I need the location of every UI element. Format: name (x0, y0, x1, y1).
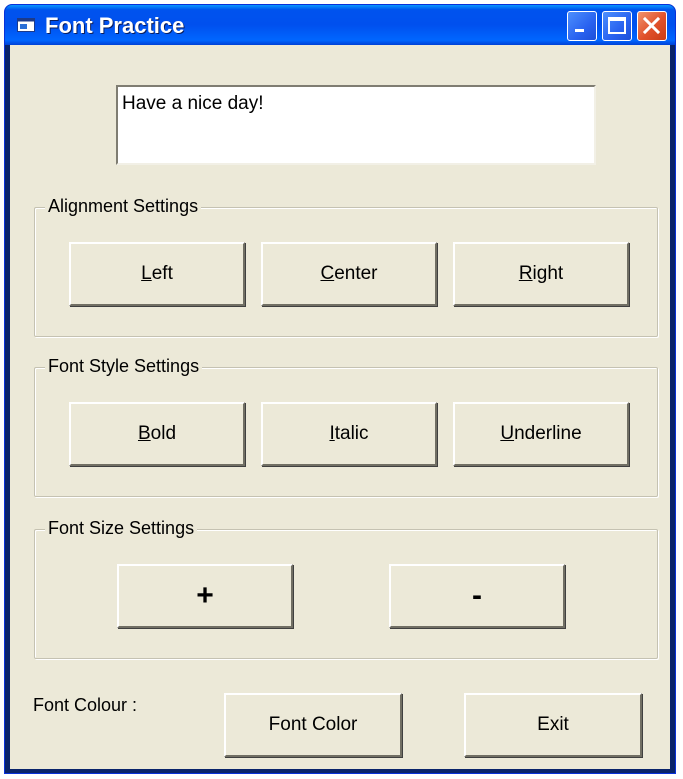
app-window: Font Practice Have a nice day! Alignment… (4, 4, 676, 774)
align-left-button[interactable]: Left (69, 242, 245, 306)
font-style-settings-group: Font Style Settings Bold Italic Underlin… (34, 356, 658, 497)
alignment-settings-group: Alignment Settings Left Center Right (34, 196, 658, 337)
window-title: Font Practice (45, 13, 185, 38)
increase-size-button[interactable]: + (117, 564, 293, 628)
close-icon (642, 16, 661, 35)
align-center-button[interactable]: Center (261, 242, 437, 306)
italic-button[interactable]: Italic (261, 402, 437, 466)
underline-button[interactable]: Underline (453, 402, 629, 466)
align-left-mnemonic: L (141, 263, 152, 284)
align-right-button[interactable]: Right (453, 242, 629, 306)
bold-button[interactable]: Bold (69, 402, 245, 466)
underline-mnemonic: U (500, 423, 515, 444)
align-center-label: enter (334, 263, 378, 284)
maximize-button[interactable] (602, 11, 632, 41)
align-right-label: ight (532, 263, 564, 284)
align-left-label: eft (151, 263, 173, 284)
align-center-mnemonic: C (320, 263, 335, 284)
minimize-icon (575, 29, 584, 32)
text-display-field[interactable]: Have a nice day! (116, 85, 596, 165)
maximize-icon (608, 17, 626, 34)
bold-mnemonic: B (137, 423, 151, 444)
font-size-settings-group: Font Size Settings + - (34, 518, 658, 659)
exit-button[interactable]: Exit (464, 693, 642, 757)
font-color-button[interactable]: Font Color (224, 693, 402, 757)
client-area: Have a nice day! Alignment Settings Left… (10, 45, 670, 769)
title-bar[interactable]: Font Practice (5, 5, 675, 45)
minimize-button[interactable] (567, 11, 597, 41)
font-colour-label: Font Colour : (33, 695, 138, 715)
align-right-mnemonic: R (518, 263, 533, 284)
decrease-size-button[interactable]: - (389, 564, 565, 628)
bold-label: old (150, 423, 177, 444)
app-icon (17, 18, 35, 32)
font-style-settings-legend: Font Style Settings (45, 356, 203, 377)
close-button[interactable] (637, 11, 667, 41)
italic-label: talic (334, 423, 369, 444)
underline-label: nderline (514, 423, 582, 444)
font-size-settings-legend: Font Size Settings (45, 518, 198, 539)
alignment-settings-legend: Alignment Settings (45, 196, 202, 217)
